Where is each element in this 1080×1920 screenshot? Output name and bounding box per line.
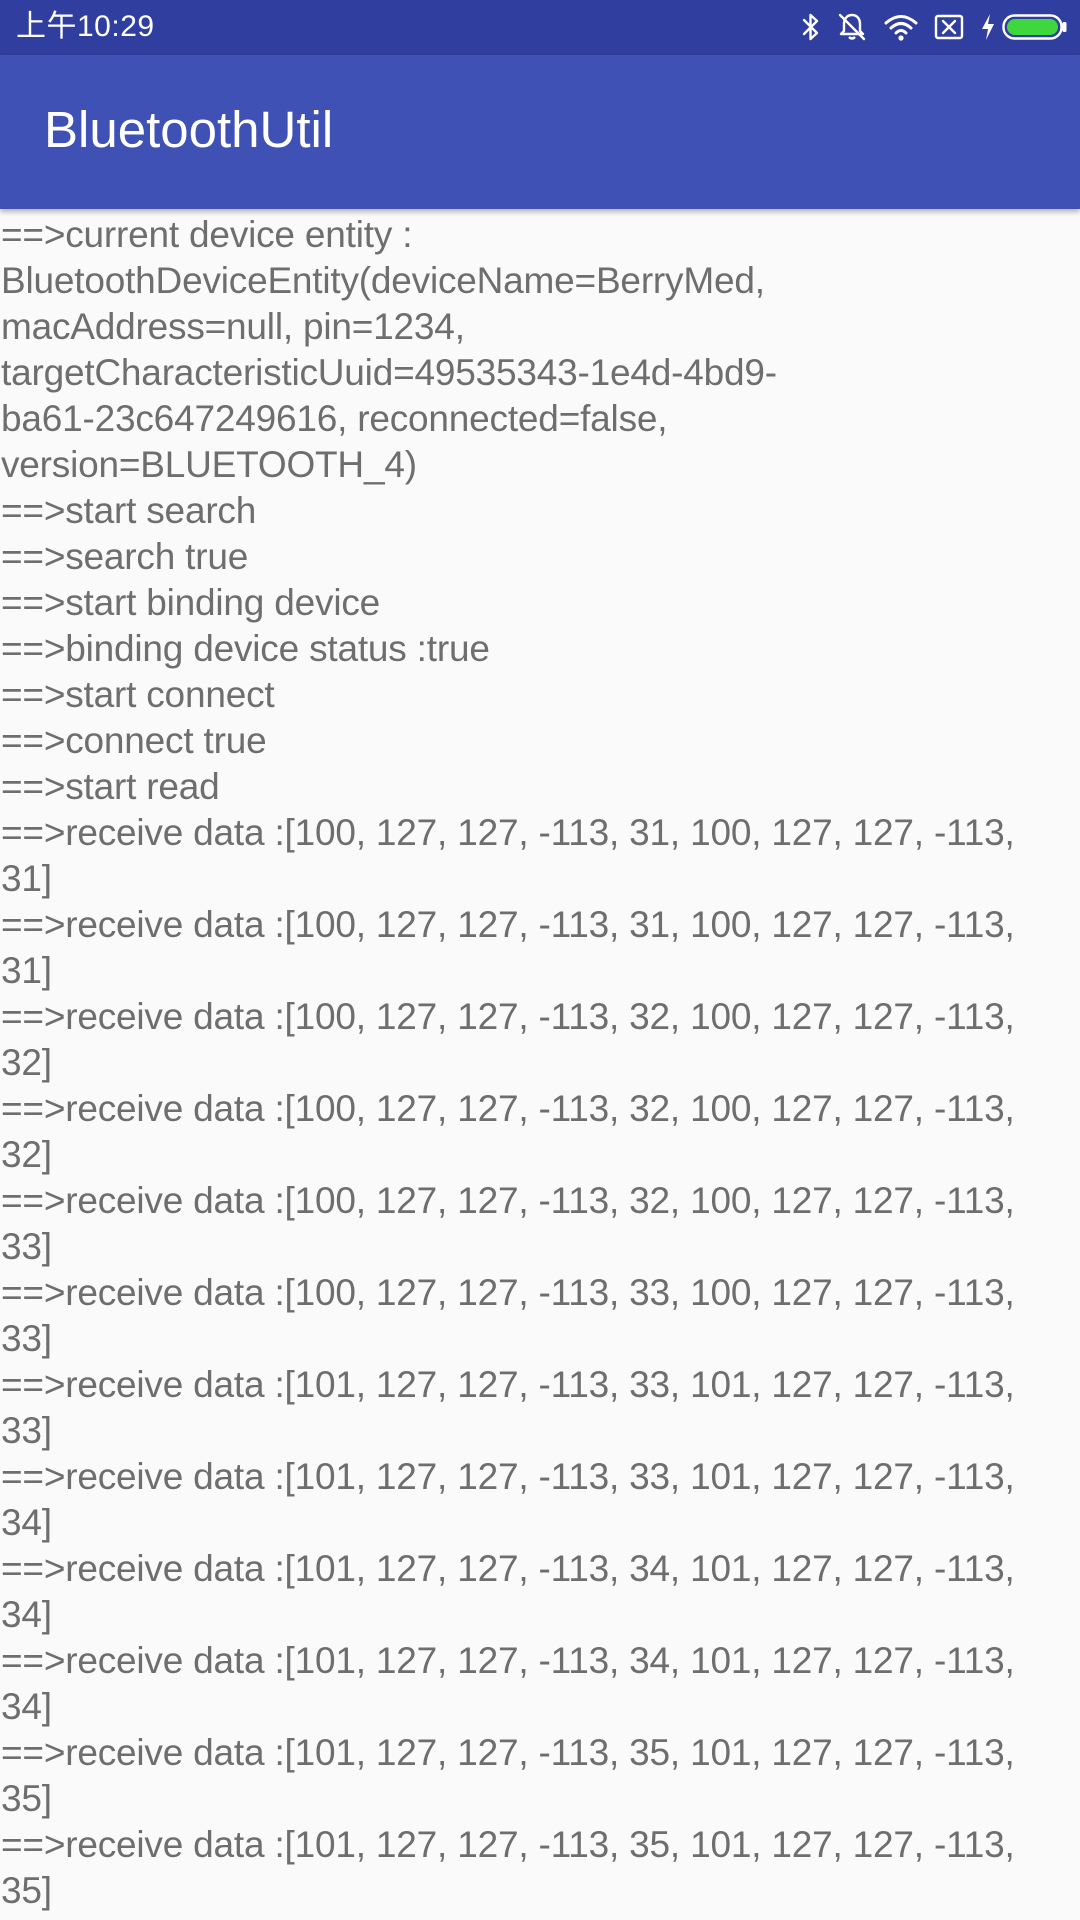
bluetooth-icon bbox=[802, 12, 820, 42]
log-entry: ==>receive data :[100, 127, 127, -113, 3… bbox=[1, 812, 1015, 899]
log-output: ==>current device entity : BluetoothDevi… bbox=[1, 212, 1075, 1920]
log-entry: ==>receive data :[100, 127, 127, -113, 3… bbox=[1, 1180, 1015, 1267]
log-entry: ==>receive data :[101, 127, 127, -113, 3… bbox=[1, 1456, 1015, 1543]
no-sim-icon bbox=[934, 13, 964, 41]
battery-icon bbox=[1002, 13, 1068, 41]
log-entry: ==>receive data :[100, 127, 127, -113, 3… bbox=[1, 996, 1015, 1083]
log-entry: ==>binding device status :true bbox=[1, 628, 490, 669]
log-entry: ==>receive data :[100, 127, 127, -113, 3… bbox=[1, 1272, 1015, 1359]
status-time: 上午10:29 bbox=[16, 10, 155, 43]
log-entry: ==>receive data :[101, 127, 127, -113, 3… bbox=[1, 1548, 1015, 1635]
log-entry: ==>receive data :[100, 127, 127, -113, 3… bbox=[1, 1088, 1015, 1175]
log-entry: ==>start search bbox=[1, 490, 257, 531]
log-entry: ==>receive data :[101, 127, 127, -113, 3… bbox=[1, 1824, 1015, 1911]
log-entry: ==>start binding device bbox=[1, 582, 381, 623]
log-entry: ==>receive data :[101, 127, 127, -113, 3… bbox=[1, 1640, 1015, 1727]
charging-icon bbox=[980, 13, 996, 41]
log-entry: ==>current device entity : BluetoothDevi… bbox=[1, 214, 777, 485]
app-bar: BluetoothUtil bbox=[0, 55, 1080, 209]
wifi-icon bbox=[884, 13, 918, 41]
log-entry: ==>search true bbox=[1, 536, 249, 577]
log-entry: ==>connect true bbox=[1, 720, 267, 761]
log-entry: ==>start read bbox=[1, 766, 220, 807]
log-entry: ==>receive data :[101, 127, 127, -113, 3… bbox=[1, 1364, 1015, 1451]
mute-icon bbox=[836, 11, 868, 43]
log-entry: ==>receive data :[100, 127, 127, -113, 3… bbox=[1, 904, 1015, 991]
status-bar: 上午10:29 bbox=[0, 0, 1080, 55]
status-icons bbox=[786, 10, 1068, 44]
log-entry: ==>receive data :[101, 127, 127, -113, 3… bbox=[1, 1732, 1015, 1819]
log-entry: ==>start connect bbox=[1, 674, 275, 715]
app-title: BluetoothUtil bbox=[44, 101, 334, 158]
